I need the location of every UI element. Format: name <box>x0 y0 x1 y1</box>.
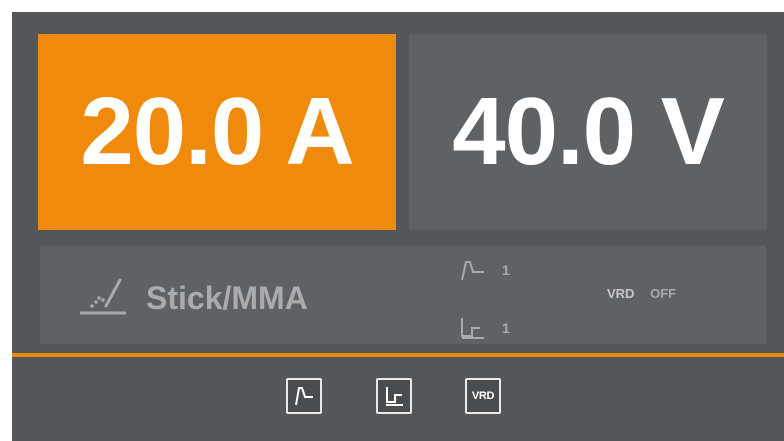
arc-force-value: 1 <box>502 320 510 336</box>
current-value: 20.0 A <box>80 78 354 185</box>
arc-force-icon <box>461 318 484 339</box>
hot-start-setting: 1 <box>460 258 510 282</box>
voltage-value: 40.0 V <box>452 78 725 185</box>
hot-start-icon <box>461 261 484 281</box>
hot-start-button[interactable] <box>286 378 322 414</box>
current-readout: 20.0 A <box>38 34 396 230</box>
status-panel: Stick/MMA 1 1 VRD OFF <box>40 246 766 344</box>
mode-label: Stick/MMA <box>146 280 308 316</box>
vrd-status-value: OFF <box>650 286 677 301</box>
vrd-button-label: VRD <box>471 390 495 402</box>
hot-start-icon <box>295 387 313 406</box>
stick-welding-icon <box>80 278 126 315</box>
voltage-readout: 40.0 V <box>409 34 767 230</box>
orange-divider <box>12 353 784 357</box>
arc-force-icon <box>386 387 403 406</box>
welder-display: 20.0 A 40.0 V Stick/MMA 1 1 VRD OFF VRD <box>12 12 784 441</box>
vrd-status-label: VRD <box>607 286 635 301</box>
vrd-button[interactable]: VRD <box>465 378 501 414</box>
hot-start-value: 1 <box>502 262 510 278</box>
arc-force-setting: 1 <box>460 316 510 340</box>
arc-force-button[interactable] <box>376 378 412 414</box>
vrd-status: VRD OFF <box>607 286 676 301</box>
